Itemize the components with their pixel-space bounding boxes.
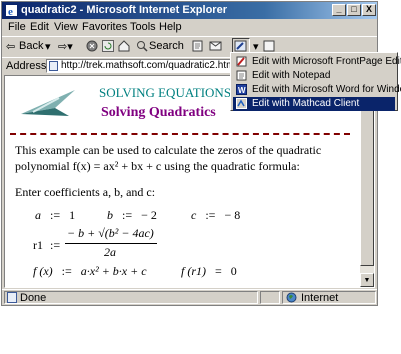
menu-favorites[interactable]: Favorites bbox=[82, 21, 127, 33]
coefficients-prompt: Enter coefficients a, b, and c: bbox=[15, 185, 156, 199]
back-arrow-icon: ⇦ bbox=[6, 41, 16, 53]
r1-label: r1 := bbox=[33, 238, 61, 252]
menu-help[interactable]: Help bbox=[159, 21, 182, 33]
minimize-button[interactable]: _ bbox=[332, 4, 346, 16]
mathsoft-logo-icon bbox=[19, 88, 77, 124]
zone-label: Internet bbox=[301, 292, 339, 304]
ie-logo-icon: e bbox=[5, 4, 18, 18]
home-icon[interactable] bbox=[118, 40, 130, 55]
page-heading: SOLVING EQUATIONS bbox=[99, 85, 232, 100]
status-page-icon bbox=[7, 292, 17, 305]
refresh-icon[interactable] bbox=[102, 40, 114, 55]
page-subheading: Solving Quadratics bbox=[101, 105, 216, 120]
divider bbox=[10, 133, 350, 135]
menu-file[interactable]: File bbox=[8, 21, 26, 33]
menu-item-mathcad[interactable]: Edit with Mathcad Client bbox=[233, 97, 395, 111]
menu-item-notepad[interactable]: Edit with Notepad bbox=[233, 69, 395, 83]
notepad-icon bbox=[236, 70, 247, 81]
browser-window: e quadratic2 - Microsoft Internet Explor… bbox=[1, 1, 378, 306]
frontpage-icon bbox=[236, 56, 247, 67]
address-input[interactable]: http://trek.mathsoft.com/quadratic2.htm bbox=[46, 59, 246, 73]
window-title: quadratic2 - Microsoft Internet Explorer bbox=[21, 4, 227, 16]
status-bar: Done Internet bbox=[2, 289, 377, 305]
coefficient-b[interactable]: b := − 2 bbox=[107, 208, 157, 223]
mail-icon[interactable] bbox=[209, 40, 223, 55]
svg-text:W: W bbox=[238, 86, 246, 95]
intro-paragraph: This example can be used to calculate th… bbox=[15, 143, 322, 173]
r1-denominator: 2a bbox=[104, 245, 116, 259]
mathcad-icon bbox=[236, 98, 247, 109]
title-bar: e quadratic2 - Microsoft Internet Explor… bbox=[2, 2, 377, 19]
page-icon bbox=[49, 61, 58, 71]
fx-definition[interactable]: f (x) := a·x² + b·x + c bbox=[33, 264, 147, 279]
menu-bar: File Edit View Favorites Tools Help bbox=[2, 20, 377, 35]
address-url[interactable]: http://trek.mathsoft.com/quadratic2.htm bbox=[61, 60, 234, 71]
search-button[interactable]: Search bbox=[149, 40, 184, 52]
menu-tools[interactable]: Tools bbox=[130, 21, 156, 33]
favorites-icon[interactable] bbox=[192, 40, 206, 55]
fraction-bar bbox=[65, 243, 157, 244]
globe-icon bbox=[286, 292, 297, 305]
fx-evaluation: f (r1) = 0 bbox=[181, 264, 237, 278]
status-segment bbox=[260, 291, 280, 304]
coefficient-c[interactable]: c := − 8 bbox=[191, 208, 240, 223]
svg-text:e: e bbox=[8, 6, 13, 17]
r1-numerator: − b + √(b² − 4ac) bbox=[67, 226, 154, 240]
menu-item-frontpage[interactable]: Edit with Microsoft FrontPage Editor bbox=[233, 55, 401, 69]
address-label: Address bbox=[6, 60, 47, 72]
maximize-button[interactable]: □ bbox=[347, 4, 361, 16]
forward-button[interactable]: ⇨▾ bbox=[58, 40, 73, 53]
back-button[interactable]: Back bbox=[19, 40, 43, 52]
edit-dropdown-menu: Edit with Microsoft FrontPage Editor Edi… bbox=[230, 52, 401, 111]
stop-icon[interactable] bbox=[86, 40, 98, 55]
status-text: Done bbox=[20, 292, 47, 304]
scroll-thumb[interactable] bbox=[360, 90, 374, 266]
menu-edit[interactable]: Edit bbox=[30, 21, 49, 33]
menu-view[interactable]: View bbox=[54, 21, 78, 33]
coefficient-a[interactable]: a := 1 bbox=[35, 208, 75, 223]
word-icon: W bbox=[236, 84, 247, 95]
search-icon bbox=[136, 40, 148, 55]
close-button[interactable]: X bbox=[362, 4, 376, 16]
scroll-down-icon[interactable]: ▼ bbox=[360, 273, 374, 287]
back-dropdown-icon[interactable]: ▾ bbox=[45, 40, 51, 53]
menu-item-word[interactable]: W Edit with Microsoft Word for Windows bbox=[233, 83, 401, 97]
